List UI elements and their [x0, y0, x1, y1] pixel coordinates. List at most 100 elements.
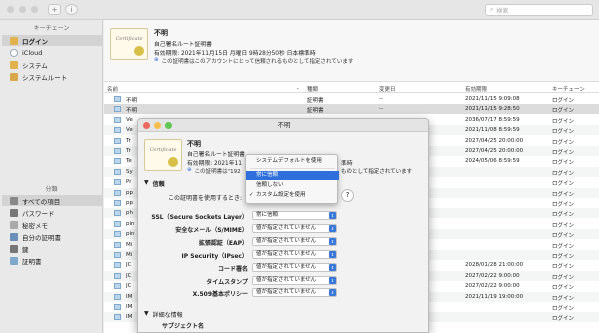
- sidebar-item-keys[interactable]: 鍵: [2, 243, 102, 254]
- col-name[interactable]: 名前: [107, 85, 118, 93]
- trust-setting-label: コード署名: [217, 265, 248, 273]
- table-header: 名前 ⌄ 種類 変更日 有効期限 キーチェーン: [104, 83, 599, 93]
- sidebar-item-passwords[interactable]: パスワード: [2, 207, 102, 218]
- trust-setting-popup[interactable]: 常に信頼 ⇕: [252, 211, 337, 220]
- table-cell: ログイン: [552, 274, 575, 281]
- trust-setting-label: IP Security（IPsec）: [181, 252, 248, 260]
- table-cell: 証明書: [307, 108, 324, 115]
- trust-section-toggle[interactable]: ▼ 信頼: [144, 179, 165, 188]
- minimize-button[interactable]: [19, 6, 26, 13]
- col-expires[interactable]: 有効期限: [465, 85, 487, 93]
- table-cell: Mi: [126, 252, 133, 258]
- menu-item-never-trust[interactable]: 信頼しない: [246, 181, 339, 190]
- trust-setting-value: 値が指定されていません: [256, 237, 317, 244]
- menu-item-always-trust[interactable]: 常に信頼: [246, 171, 339, 180]
- table-cell: 2027/02/22 9:00:00: [465, 272, 520, 279]
- table-cell: Mi: [126, 241, 133, 248]
- lock-icon: [10, 60, 18, 69]
- table-cell: ログイン: [552, 129, 575, 136]
- table-cell: pp: [126, 200, 133, 206]
- sidebar: キーチェーン ログイン iCloud システム システムルート 分類 すべての項…: [0, 20, 103, 333]
- certificate-row-icon: [114, 116, 121, 123]
- keychain-header: キーチェーン: [33, 25, 70, 32]
- sidebar-item-login[interactable]: ログイン: [2, 35, 102, 46]
- table-cell: 2027/04/25 20:00:00: [465, 148, 524, 154]
- table-cell: Ve: [126, 116, 133, 123]
- table-cell: JC: [126, 283, 132, 290]
- table-cell: 不明: [126, 108, 138, 115]
- dialog-cert-expires-tail: 準時: [341, 161, 353, 167]
- sidebar-item-icloud[interactable]: iCloud: [2, 47, 102, 58]
- sidebar-item-certificates[interactable]: 証明書: [2, 255, 102, 266]
- table-cell: ログイン: [552, 285, 575, 292]
- table-row[interactable]: 不明 証明書 -- 2021/11/15 9:09:08 ログイン: [104, 94, 599, 104]
- trust-setting-popup[interactable]: 値が指定されていません ⇕: [252, 262, 337, 272]
- sidebar-item-system[interactable]: システム: [2, 59, 102, 70]
- table-cell: --: [379, 106, 383, 113]
- info-button[interactable]: i: [65, 4, 78, 15]
- certificate-row-icon: [114, 127, 121, 134]
- zoom-button[interactable]: [31, 6, 38, 13]
- sidebar-item-all-items[interactable]: すべての項目: [2, 195, 102, 206]
- trust-setting-value: 常に信頼: [256, 212, 279, 218]
- disclosure-triangle-icon: ▼: [144, 310, 149, 317]
- search-input[interactable]: ⌕ 検索: [485, 4, 593, 16]
- table-cell: JC: [126, 272, 132, 279]
- table-cell: ログイン: [552, 191, 575, 198]
- cert-icon: [10, 256, 18, 265]
- table-cell: 2036/07/17 8:59:59: [465, 116, 520, 123]
- trust-setting-value: 値が指定されていません: [256, 263, 317, 270]
- dialog-zoom-button[interactable]: [165, 122, 172, 129]
- table-cell: pp: [126, 189, 133, 196]
- cloud-icon: [10, 48, 18, 57]
- dialog-certificate-icon: Certificate: [144, 139, 182, 171]
- certificate-row-icon: [114, 231, 121, 238]
- table-cell: ログイン: [552, 264, 575, 271]
- col-modified[interactable]: 変更日: [379, 85, 396, 93]
- trust-setting-popup[interactable]: 値が指定されていません ⇕: [252, 223, 337, 233]
- table-cell: ログイン: [552, 316, 575, 323]
- sidebar-item-label: 鍵: [22, 245, 29, 254]
- plus-circle-icon: ⊕: [187, 167, 192, 173]
- table-cell: 2028/01/28 21:00:00: [465, 262, 524, 269]
- trust-setting-popup[interactable]: 値が指定されていません ⇕: [252, 249, 337, 259]
- sort-chevron-icon[interactable]: ⌄: [296, 85, 299, 90]
- table-cell: 証明書: [307, 98, 324, 104]
- table-cell: ログイン: [552, 243, 575, 250]
- menu-item-system-default[interactable]: システムデフォルトを使用: [246, 157, 339, 166]
- col-keychain[interactable]: キーチェーン: [552, 85, 585, 93]
- dialog-close-button[interactable]: [143, 122, 150, 129]
- trust-setting-popup[interactable]: 値が指定されていません ⇕: [252, 288, 337, 298]
- table-cell: 2021/11/15 9:28:50: [465, 106, 520, 113]
- menu-item-custom[interactable]: ✓ カスタム設定を使用: [246, 191, 339, 200]
- col-kind[interactable]: 種類: [307, 85, 318, 93]
- plus-circle-icon: ⊕: [154, 57, 159, 63]
- trust-setting-popup[interactable]: 値が指定されていません ⇕: [252, 236, 337, 246]
- key2-icon: [10, 244, 18, 253]
- sidebar-item-system-roots[interactable]: システムルート: [2, 71, 102, 82]
- table-row[interactable]: 不明 証明書 -- 2021/11/15 9:28:50 ログイン: [104, 104, 599, 115]
- cabinet-icon: [10, 72, 18, 81]
- sidebar-item-label: システム: [22, 61, 48, 70]
- trust-setting-label: X.509基本ポリシー: [192, 291, 248, 299]
- certificate-row-icon: [114, 189, 121, 196]
- table-cell: ph: [126, 210, 133, 217]
- sidebar-item-label: 秘密メモ: [22, 221, 48, 230]
- close-button[interactable]: [7, 6, 14, 13]
- sidebar-item-my-certs[interactable]: 自分の証明書: [2, 231, 102, 242]
- details-section-toggle[interactable]: ▼ 詳細な情報: [144, 310, 183, 319]
- certificate-row-icon: [114, 220, 121, 227]
- popup-arrows-icon: ⇕: [329, 237, 336, 245]
- certificate-row-icon: [114, 252, 121, 258]
- table-cell: Sy: [126, 168, 133, 175]
- table-cell: 2024/05/06 8:59:59: [465, 158, 520, 165]
- dialog-minimize-button[interactable]: [154, 122, 161, 129]
- certificate-row-icon: [114, 241, 121, 248]
- add-button[interactable]: +: [48, 4, 61, 15]
- table-cell: ログイン: [552, 233, 575, 240]
- table-cell: ログイン: [552, 118, 575, 125]
- help-button[interactable]: ?: [341, 189, 354, 202]
- table-cell: 2027/02/22 9:00:00: [465, 283, 520, 290]
- sidebar-item-secure-notes[interactable]: 秘密メモ: [2, 219, 102, 230]
- trust-setting-popup[interactable]: 値が指定されていません ⇕: [252, 275, 337, 285]
